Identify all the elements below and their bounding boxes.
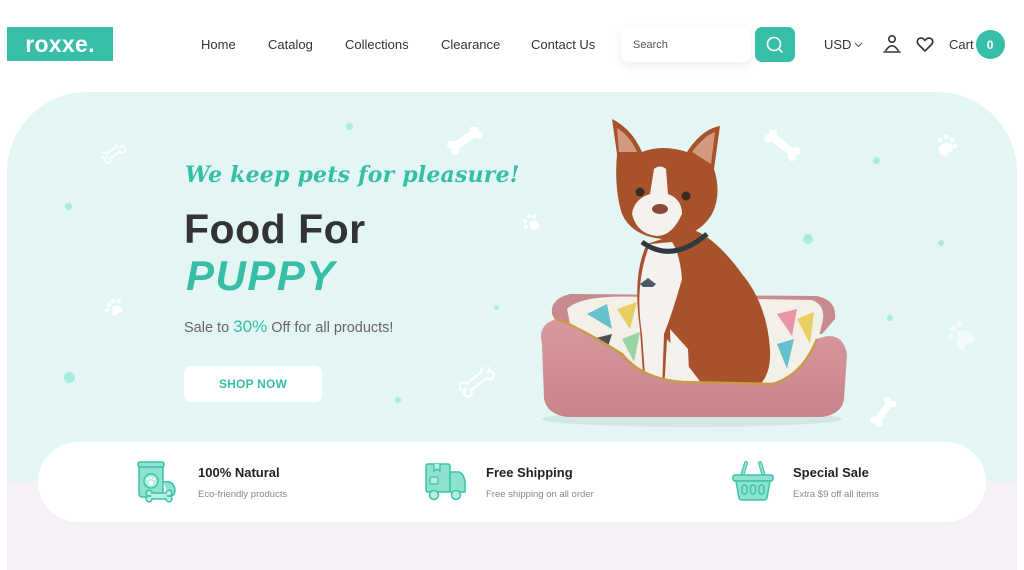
bone-icon	[447, 127, 483, 155]
decor-dot	[494, 305, 499, 310]
feature-title: Special Sale	[793, 464, 869, 480]
cart-button[interactable]: Cart 0	[949, 30, 1005, 59]
decor-dot	[873, 157, 880, 164]
nav-home[interactable]: Home	[201, 37, 236, 52]
decor-dot	[887, 315, 893, 321]
currency-value: USD	[824, 37, 852, 52]
currency-selector[interactable]: USD	[824, 37, 863, 52]
search-input[interactable]	[621, 27, 751, 62]
hero-sale-text: Sale to 30% Off for all products!	[184, 317, 393, 337]
feature-text: Special Sale Extra $9 off all items	[793, 465, 879, 500]
bone-icon	[870, 397, 897, 428]
decor-dot	[395, 397, 401, 403]
feature-text: Free Shipping Free shipping on all order	[486, 465, 594, 500]
nav-contact-us[interactable]: Contact Us	[531, 37, 595, 52]
decor-dot	[64, 372, 75, 383]
nav-clearance[interactable]: Clearance	[441, 37, 500, 52]
feature-text: 100% Natural Eco-friendly products	[198, 465, 287, 500]
search-button[interactable]	[755, 27, 795, 62]
search-icon	[766, 36, 783, 53]
paw-print-icon	[105, 298, 123, 316]
feature-subtitle: Extra $9 off all items	[793, 488, 879, 500]
user-icon[interactable]	[883, 34, 901, 54]
cart-label: Cart	[949, 37, 974, 52]
hero-title-line1: Food For	[184, 206, 366, 252]
site-header: roxxe. Home Catalog Collections Clearanc…	[0, 0, 1024, 88]
chevron-down-icon	[855, 42, 863, 48]
sale-suffix: Off for all products!	[267, 320, 394, 336]
hero-tagline: We keep pets for pleasure!	[185, 162, 520, 188]
cart-count-badge: 0	[975, 30, 1005, 59]
feature-title: Free Shipping	[486, 464, 573, 480]
feature-title: 100% Natural	[198, 464, 280, 480]
hero-title-line2: PUPPY	[186, 252, 336, 299]
pet-food-can-icon	[137, 461, 176, 503]
hero-dog-image	[541, 119, 847, 427]
features-bar: 100% Natural Eco-friendly products Free …	[38, 442, 986, 522]
sale-percent: 30%	[233, 317, 268, 336]
decor-dot	[938, 240, 944, 246]
feature-shipping: Free Shipping Free shipping on all order	[424, 442, 594, 522]
decor-dot	[65, 203, 72, 210]
feature-subtitle: Eco-friendly products	[198, 488, 288, 500]
delivery-truck-icon	[425, 463, 466, 501]
paw-print-icon	[948, 321, 975, 350]
logo[interactable]: roxxe.	[7, 27, 113, 61]
nav-collections[interactable]: Collections	[345, 37, 409, 52]
feature-natural: 100% Natural Eco-friendly products	[136, 442, 287, 522]
bone-outline-icon	[459, 367, 495, 398]
hero-banner: We keep pets for pleasure! Food For PUPP…	[7, 92, 1017, 482]
bone-outline-icon	[102, 144, 127, 164]
feature-subtitle: Free shipping on all order	[486, 488, 594, 500]
nav-catalog[interactable]: Catalog	[268, 37, 313, 52]
decor-dot	[346, 123, 353, 130]
sale-prefix: Sale to	[184, 320, 234, 336]
shopping-basket-icon	[732, 461, 774, 501]
feature-sale: Special Sale Extra $9 off all items	[731, 442, 879, 522]
paw-print-icon	[937, 134, 958, 156]
heart-icon[interactable]	[916, 36, 934, 53]
shop-now-button[interactable]: SHOP NOW	[184, 366, 322, 402]
